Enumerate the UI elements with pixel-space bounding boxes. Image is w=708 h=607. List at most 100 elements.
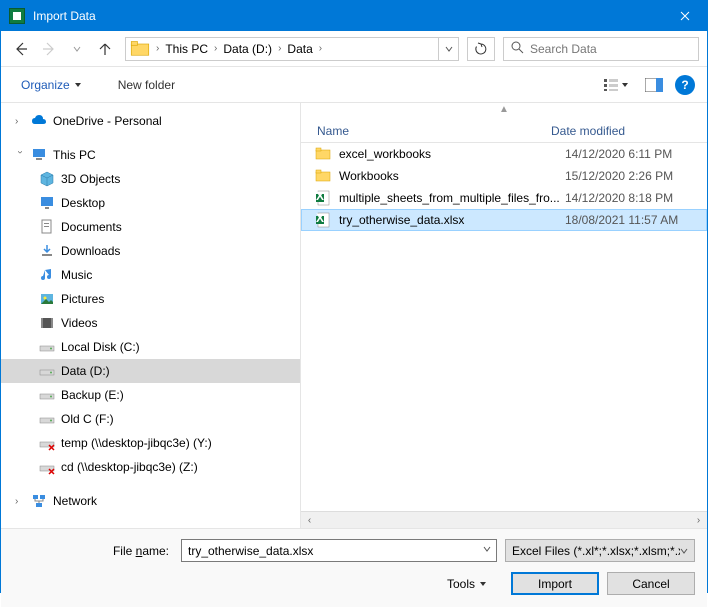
drive-icon — [39, 411, 55, 427]
toolbar: Organize New folder ? — [1, 67, 707, 103]
tree-label: Desktop — [61, 196, 105, 210]
chevron-right-icon[interactable]: › — [154, 43, 161, 54]
computer-icon — [31, 147, 47, 163]
file-name: try_otherwise_data.xlsx — [339, 213, 565, 227]
file-type-filter[interactable]: Excel Files (*.xl*;*.xlsx;*.xlsm;*.x — [505, 539, 695, 562]
tree-item-documents[interactable]: Documents — [1, 215, 300, 239]
recent-dropdown-icon[interactable] — [65, 37, 89, 61]
filename-combobox[interactable] — [181, 539, 497, 562]
downloads-icon — [39, 243, 55, 259]
tree-label: Documents — [61, 220, 122, 234]
chevron-right-icon[interactable]: › — [317, 43, 324, 54]
chevron-right-icon[interactable]: › — [212, 43, 219, 54]
tree-label: OneDrive - Personal — [53, 114, 162, 128]
file-row[interactable]: X multiple_sheets_from_multiple_files_fr… — [301, 187, 707, 209]
svg-text:X: X — [316, 212, 324, 225]
drive-icon — [39, 387, 55, 403]
tree-label: 3D Objects — [61, 172, 120, 186]
tree-item-videos[interactable]: Videos — [1, 311, 300, 335]
search-box[interactable] — [503, 37, 699, 61]
tree-item-local-disk-c[interactable]: Local Disk (C:) — [1, 335, 300, 359]
column-header-name[interactable]: Name — [301, 124, 551, 138]
chevron-right-icon[interactable]: › — [276, 43, 283, 54]
titlebar: Import Data — [1, 1, 707, 31]
file-row[interactable]: excel_workbooks 14/12/2020 6:11 PM — [301, 143, 707, 165]
tree-item-backup-e[interactable]: Backup (E:) — [1, 383, 300, 407]
dialog-footer: File name: Excel Files (*.xl*;*.xlsx;*.x… — [1, 528, 707, 607]
tree-item-onedrive[interactable]: › OneDrive - Personal — [1, 109, 300, 133]
horizontal-scrollbar[interactable]: ‹ › — [301, 511, 707, 528]
tools-button[interactable]: Tools — [439, 572, 495, 595]
tree-item-this-pc[interactable]: › This PC — [1, 143, 300, 167]
file-row[interactable]: X try_otherwise_data.xlsx 18/08/2021 11:… — [301, 209, 707, 231]
scroll-up-indicator[interactable]: ▲ — [301, 103, 707, 119]
tree-item-music[interactable]: Music — [1, 263, 300, 287]
breadcrumb-item[interactable]: This PC — [161, 38, 212, 60]
chevron-down-icon[interactable]: › — [15, 150, 26, 160]
search-input[interactable] — [530, 42, 692, 56]
breadcrumb-bar[interactable]: › This PC › Data (D:) › Data › — [125, 37, 459, 61]
folder-icon — [315, 168, 331, 184]
filename-input[interactable] — [182, 544, 478, 558]
new-folder-label: New folder — [118, 78, 175, 92]
network-icon — [31, 493, 47, 509]
breadcrumb-dropdown[interactable] — [438, 38, 458, 60]
organize-label: Organize — [21, 78, 70, 92]
file-name: Workbooks — [339, 169, 565, 183]
navigation-bar: › This PC › Data (D:) › Data › — [1, 31, 707, 67]
refresh-button[interactable] — [467, 37, 495, 61]
tree-label: Old C (F:) — [61, 412, 114, 426]
tree-item-desktop[interactable]: Desktop — [1, 191, 300, 215]
scroll-left-button[interactable]: ‹ — [301, 512, 318, 528]
column-header-date[interactable]: Date modified — [551, 124, 707, 138]
view-options-button[interactable] — [599, 76, 633, 94]
filter-label: Excel Files (*.xl*;*.xlsx;*.xlsm;*.x — [512, 544, 680, 558]
preview-pane-button[interactable] — [641, 76, 667, 94]
3d-objects-icon — [39, 171, 55, 187]
breadcrumb-item[interactable]: Data (D:) — [219, 38, 276, 60]
breadcrumb-item[interactable]: Data — [283, 38, 316, 60]
tree-label: Videos — [61, 316, 97, 330]
scroll-right-button[interactable]: › — [690, 512, 707, 528]
import-button[interactable]: Import — [511, 572, 599, 595]
back-button[interactable] — [9, 37, 33, 61]
tree-item-old-c-f[interactable]: Old C (F:) — [1, 407, 300, 431]
chevron-right-icon[interactable]: › — [15, 496, 25, 507]
file-row[interactable]: Workbooks 15/12/2020 2:26 PM — [301, 165, 707, 187]
cancel-button[interactable]: Cancel — [607, 572, 695, 595]
drive-icon — [39, 339, 55, 355]
new-folder-button[interactable]: New folder — [110, 73, 183, 97]
search-icon — [510, 40, 524, 57]
file-list[interactable]: excel_workbooks 14/12/2020 6:11 PM Workb… — [301, 143, 707, 511]
tree-item-network[interactable]: › Network — [1, 489, 300, 513]
forward-button[interactable] — [37, 37, 61, 61]
file-date: 15/12/2020 2:26 PM — [565, 169, 673, 183]
pictures-icon — [39, 291, 55, 307]
close-button[interactable] — [662, 1, 707, 31]
tree-label: Backup (E:) — [61, 388, 124, 402]
file-name: excel_workbooks — [339, 147, 565, 161]
excel-file-icon: X — [315, 212, 331, 228]
network-drive-error-icon — [39, 435, 55, 451]
excel-app-icon — [9, 8, 25, 24]
tree-item-pictures[interactable]: Pictures — [1, 287, 300, 311]
navigation-tree[interactable]: › OneDrive - Personal › This PC 3D Objec… — [1, 103, 301, 528]
tree-item-network-drive-z[interactable]: cd (\\desktop-jibqc3e) (Z:) — [1, 455, 300, 479]
help-button[interactable]: ? — [675, 75, 695, 95]
list-view-icon — [603, 78, 619, 92]
file-date: 18/08/2021 11:57 AM — [565, 213, 678, 227]
column-headers[interactable]: Name Date modified — [301, 119, 707, 143]
tree-item-downloads[interactable]: Downloads — [1, 239, 300, 263]
documents-icon — [39, 219, 55, 235]
organize-button[interactable]: Organize — [13, 73, 90, 97]
tree-item-3d-objects[interactable]: 3D Objects — [1, 167, 300, 191]
tree-item-network-drive-y[interactable]: temp (\\desktop-jibqc3e) (Y:) — [1, 431, 300, 455]
filename-dropdown-button[interactable] — [478, 545, 496, 556]
window-title: Import Data — [33, 9, 662, 23]
chevron-right-icon[interactable]: › — [15, 116, 25, 127]
scrollbar-track[interactable] — [318, 512, 690, 528]
up-button[interactable] — [93, 37, 117, 61]
network-drive-error-icon — [39, 459, 55, 475]
tree-item-data-d[interactable]: Data (D:) — [1, 359, 300, 383]
file-date: 14/12/2020 8:18 PM — [565, 191, 673, 205]
